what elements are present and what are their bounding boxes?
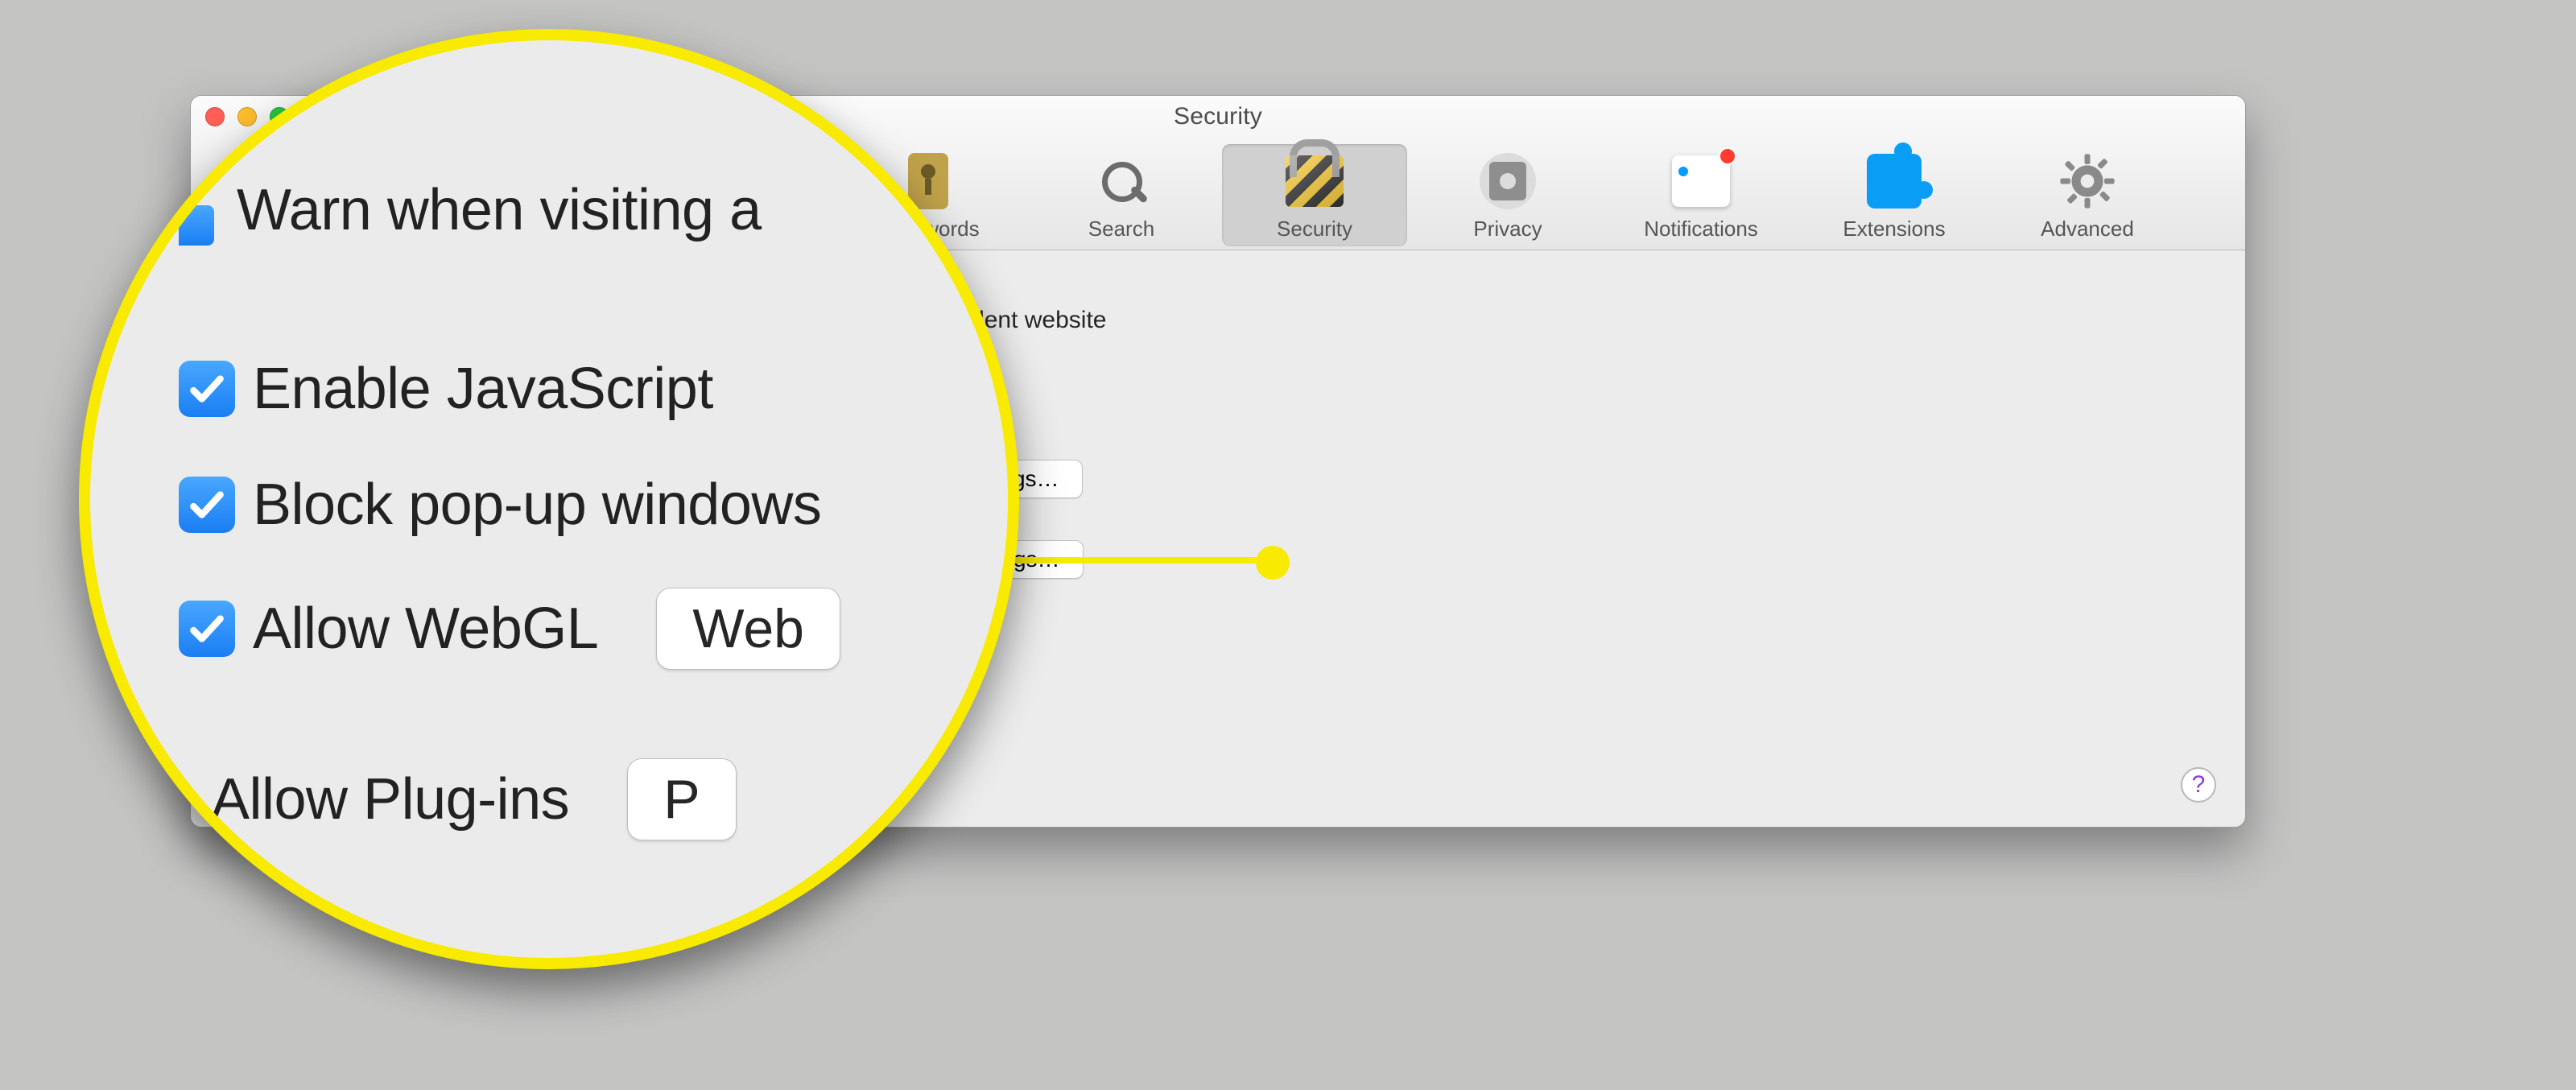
- security-tab-label: Security: [1277, 217, 1352, 242]
- extensions-tab[interactable]: Extensions: [1802, 144, 1987, 246]
- magnifier-warn-fraudulent-text: Warn when visiting a: [237, 177, 762, 243]
- hand-icon: [1480, 153, 1536, 209]
- security-tab[interactable]: Security: [1222, 144, 1407, 246]
- extensions-tab-label: Extensions: [1843, 217, 1945, 242]
- magnifier-allow-plugins-text: Allow Plug-ins: [211, 766, 569, 832]
- magnifier-block-popups-text: Block pop-up windows: [253, 472, 821, 538]
- privacy-tab[interactable]: Privacy: [1415, 144, 1600, 246]
- checkbox-checked-icon: [179, 361, 235, 417]
- checkbox-checked-icon: [179, 601, 235, 657]
- search-icon: [1097, 157, 1146, 205]
- privacy-tab-label: Privacy: [1473, 217, 1542, 242]
- checkbox-checked-icon: [179, 477, 235, 533]
- search-tab[interactable]: Search: [1029, 144, 1214, 246]
- help-icon: ?: [2192, 771, 2206, 799]
- notifications-tab-label: Notifications: [1644, 217, 1758, 242]
- magnifier-plugin-settings-button: P: [627, 758, 736, 840]
- advanced-tab[interactable]: Advanced: [1995, 144, 2180, 246]
- checkbox-checked-icon: [179, 205, 214, 246]
- magnifier-webgl-settings-button: Web: [656, 588, 840, 670]
- magnifier-allow-webgl-text: Allow WebGL: [253, 596, 598, 662]
- callout-leader-line: [1013, 557, 1270, 564]
- puzzle-icon: [1867, 154, 1922, 209]
- callout-leader-dot: [1256, 546, 1290, 580]
- gear-icon: [2059, 153, 2116, 209]
- lock-icon: [1286, 155, 1344, 207]
- notifications-tab[interactable]: Notifications: [1608, 144, 1794, 246]
- magnifier-enable-javascript-text: Enable JavaScript: [253, 356, 713, 422]
- callout-magnifier: Warn when visiting a Enable JavaScript B…: [79, 29, 1019, 969]
- help-button[interactable]: ?: [2181, 767, 2216, 803]
- search-tab-label: Search: [1088, 217, 1154, 242]
- notifications-badge-icon: [1719, 147, 1736, 165]
- advanced-tab-label: Advanced: [2041, 217, 2134, 242]
